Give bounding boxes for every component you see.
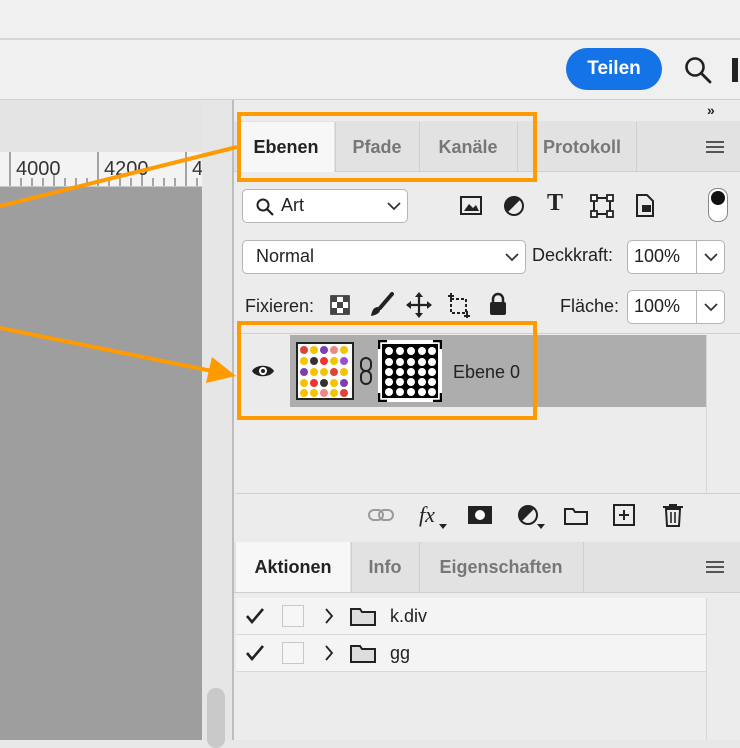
- folder-icon[interactable]: [564, 506, 588, 525]
- document-canvas[interactable]: [0, 187, 202, 740]
- image-filter-icon[interactable]: [460, 195, 484, 217]
- actions-scroll-track[interactable]: [706, 598, 740, 740]
- action-set-name: k.div: [390, 606, 428, 626]
- check-icon[interactable]: [246, 645, 264, 661]
- lock-transparency-icon[interactable]: [330, 295, 350, 315]
- chevron-down-icon[interactable]: [704, 253, 718, 262]
- move-icon[interactable]: [406, 292, 432, 318]
- dropdown-marker-icon: [439, 524, 447, 529]
- highlight-box-tabs: [237, 112, 537, 182]
- opacity-label: Deckkraft:: [532, 245, 614, 265]
- dropdown-marker-icon: [537, 524, 545, 529]
- fill-field[interactable]: 100%: [627, 290, 725, 324]
- panel-menu-icon[interactable]: [706, 561, 724, 573]
- brush-icon[interactable]: [368, 292, 394, 318]
- folder-icon: [350, 645, 376, 663]
- tab-info[interactable]: Info: [352, 542, 418, 592]
- blend-mode-value: Normal: [256, 246, 315, 266]
- filter-kind-select[interactable]: Art: [242, 189, 408, 223]
- chevron-down-icon[interactable]: [704, 303, 718, 312]
- canvas-header: [0, 100, 202, 152]
- new-layer-icon[interactable]: [613, 504, 635, 526]
- folder-icon: [350, 608, 376, 626]
- list-item[interactable]: gg: [236, 635, 706, 672]
- ruler-label: 4000: [16, 158, 61, 180]
- more-icon[interactable]: [732, 58, 738, 82]
- ruler-label: 4200: [104, 158, 149, 180]
- chevron-right-icon[interactable]: [324, 645, 334, 661]
- layer-scroll-track[interactable]: [706, 335, 740, 493]
- tab-separator: [583, 542, 584, 592]
- lock-all-icon[interactable]: [488, 292, 508, 316]
- dialog-toggle-checkbox[interactable]: [282, 642, 304, 664]
- collapse-panels-icon[interactable]: »: [707, 102, 715, 118]
- mask-icon[interactable]: [467, 505, 493, 525]
- artboard-lock-icon[interactable]: [446, 292, 472, 318]
- smart-object-filter-icon[interactable]: [634, 194, 656, 218]
- adjustment-filter-icon[interactable]: [503, 195, 525, 217]
- check-icon[interactable]: [246, 608, 264, 624]
- search-icon: [256, 198, 274, 216]
- tab-protokoll[interactable]: Protokoll: [528, 122, 636, 172]
- scrollbar-thumb[interactable]: [207, 688, 225, 748]
- fill-label: Fläche:: [560, 296, 620, 316]
- type-filter-icon[interactable]: T: [547, 190, 563, 217]
- filter-toggle[interactable]: [708, 188, 728, 222]
- horizontal-ruler: 4000 4200 4: [0, 152, 203, 187]
- lock-label: Fixieren:: [245, 296, 315, 316]
- chevron-right-icon[interactable]: [324, 608, 334, 624]
- tab-separator: [636, 122, 637, 172]
- tab-eigenschaften[interactable]: Eigenschaften: [420, 542, 582, 592]
- filter-kind-value: Art: [281, 195, 305, 215]
- adjustment-icon[interactable]: [517, 504, 539, 526]
- list-item[interactable]: k.div: [236, 598, 706, 635]
- opacity-value: 100%: [634, 246, 681, 266]
- highlight-box-layer: [237, 321, 537, 420]
- blend-mode-select[interactable]: Normal: [242, 240, 526, 274]
- fill-value: 100%: [634, 296, 681, 316]
- panel-menu-icon[interactable]: [706, 141, 724, 153]
- trash-icon[interactable]: [662, 503, 684, 527]
- top-divider: [0, 38, 740, 40]
- chevron-down-icon: [505, 253, 519, 262]
- opacity-field[interactable]: 100%: [627, 240, 725, 274]
- shape-filter-icon[interactable]: [590, 194, 614, 218]
- action-set-name: gg: [390, 643, 411, 663]
- link-icon[interactable]: [368, 507, 394, 523]
- share-button[interactable]: Teilen: [566, 48, 662, 90]
- dialog-toggle-checkbox[interactable]: [282, 605, 304, 627]
- vertical-scrollbar[interactable]: [202, 100, 232, 740]
- search-icon[interactable]: [684, 56, 712, 84]
- tab-aktionen[interactable]: Aktionen: [236, 542, 350, 592]
- fx-icon[interactable]: fx: [419, 502, 435, 528]
- chevron-down-icon: [387, 202, 401, 211]
